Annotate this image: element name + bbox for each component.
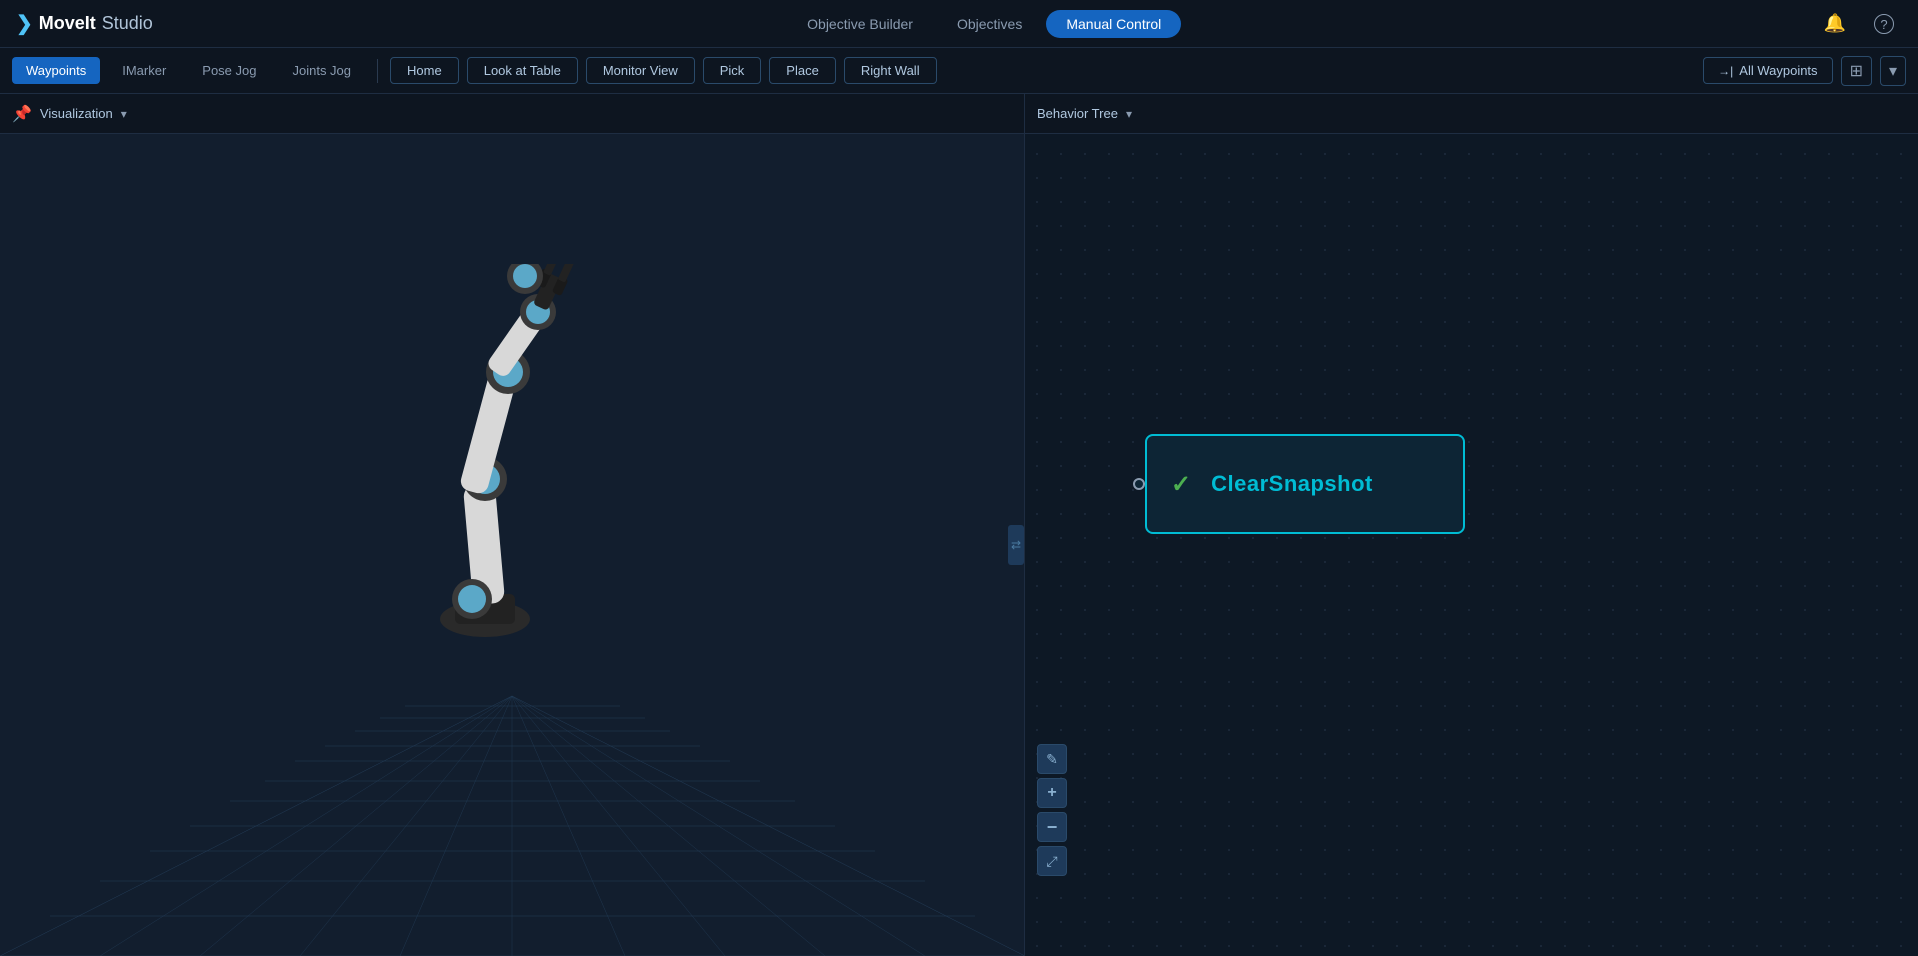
logo-studio: Studio: [102, 13, 153, 34]
tab-joints-jog[interactable]: Joints Jog: [278, 57, 365, 84]
bell-icon: 🔔: [1824, 13, 1846, 33]
layout-toggle-button[interactable]: ⊞: [1841, 56, 1872, 86]
viz-canvas[interactable]: ⇄: [0, 134, 1024, 956]
node-connector: [1133, 478, 1145, 490]
viz-header: 📌 Visualization ▾: [0, 94, 1024, 134]
help-button[interactable]: ?: [1866, 9, 1902, 39]
tab-waypoints[interactable]: Waypoints: [12, 57, 100, 84]
logo-arrow: ❯: [16, 11, 33, 36]
zoom-in-button[interactable]: +: [1037, 778, 1067, 808]
zoom-out-button[interactable]: −: [1037, 812, 1067, 842]
tab-pose-jog[interactable]: Pose Jog: [188, 57, 270, 84]
bt-tools: ✎ + − ⤢: [1037, 744, 1067, 876]
layout-icon: ⊞: [1850, 63, 1863, 80]
toolbar-divider: [377, 59, 378, 83]
all-waypoints-label: All Waypoints: [1739, 63, 1817, 78]
zoom-out-icon: −: [1047, 817, 1058, 838]
waypoint-place[interactable]: Place: [769, 57, 836, 84]
waypoint-right-wall[interactable]: Right Wall: [844, 57, 937, 84]
nav-right: 🔔 ?: [1816, 9, 1902, 39]
edit-tool-button[interactable]: ✎: [1037, 744, 1067, 774]
main-content: 📌 Visualization ▾: [0, 94, 1918, 956]
viz-chevron-icon[interactable]: ▾: [121, 107, 127, 121]
toolbar-right: →| All Waypoints ⊞ ▾: [1703, 56, 1906, 86]
split-handle-icon: ⇄: [1011, 538, 1021, 552]
chevron-down-icon: ▾: [1889, 63, 1897, 80]
waypoint-pick[interactable]: Pick: [703, 57, 762, 84]
fit-icon: ⤢: [1046, 853, 1057, 870]
fit-view-button[interactable]: ⤢: [1037, 846, 1067, 876]
node-success-icon: ✓: [1171, 470, 1191, 499]
logo: ❯ MoveIt Studio: [16, 11, 153, 36]
all-waypoints-arrow-icon: →|: [1718, 64, 1733, 78]
behavior-tree-panel[interactable]: Behavior Tree ▾ ✓ ClearSnapshot ✎ + − ⤢: [1025, 94, 1918, 956]
waypoint-monitor-view[interactable]: Monitor View: [586, 57, 695, 84]
node-label: ClearSnapshot: [1211, 471, 1373, 497]
logo-moveit: MoveIt: [39, 13, 96, 34]
edit-icon: ✎: [1046, 751, 1058, 768]
layout-chevron-button[interactable]: ▾: [1880, 56, 1906, 86]
bt-header: Behavior Tree ▾: [1025, 94, 1918, 134]
notification-bell-button[interactable]: 🔔: [1816, 9, 1854, 38]
zoom-in-icon: +: [1047, 784, 1056, 802]
nav-objectives[interactable]: Objectives: [937, 10, 1042, 38]
top-nav: ❯ MoveIt Studio Objective Builder Object…: [0, 0, 1918, 48]
bt-chevron-icon[interactable]: ▾: [1126, 107, 1132, 121]
waypoint-home[interactable]: Home: [390, 57, 459, 84]
split-handle[interactable]: ⇄: [1008, 525, 1024, 565]
nav-manual-control[interactable]: Manual Control: [1046, 10, 1181, 38]
toolbar: Waypoints IMarker Pose Jog Joints Jog Ho…: [0, 48, 1918, 94]
visualization-panel: 📌 Visualization ▾: [0, 94, 1025, 956]
nav-center: Objective Builder Objectives Manual Cont…: [787, 10, 1181, 38]
bt-title: Behavior Tree: [1037, 106, 1118, 121]
help-icon: ?: [1874, 14, 1894, 34]
clear-snapshot-node[interactable]: ✓ ClearSnapshot: [1145, 434, 1465, 534]
tab-imarker[interactable]: IMarker: [108, 57, 180, 84]
robot-arm: [390, 264, 640, 644]
nav-objective-builder[interactable]: Objective Builder: [787, 10, 933, 38]
viz-title: Visualization: [40, 106, 113, 121]
waypoint-look-at-table[interactable]: Look at Table: [467, 57, 578, 84]
all-waypoints-button[interactable]: →| All Waypoints: [1703, 57, 1832, 84]
pin-icon: 📌: [12, 104, 32, 124]
